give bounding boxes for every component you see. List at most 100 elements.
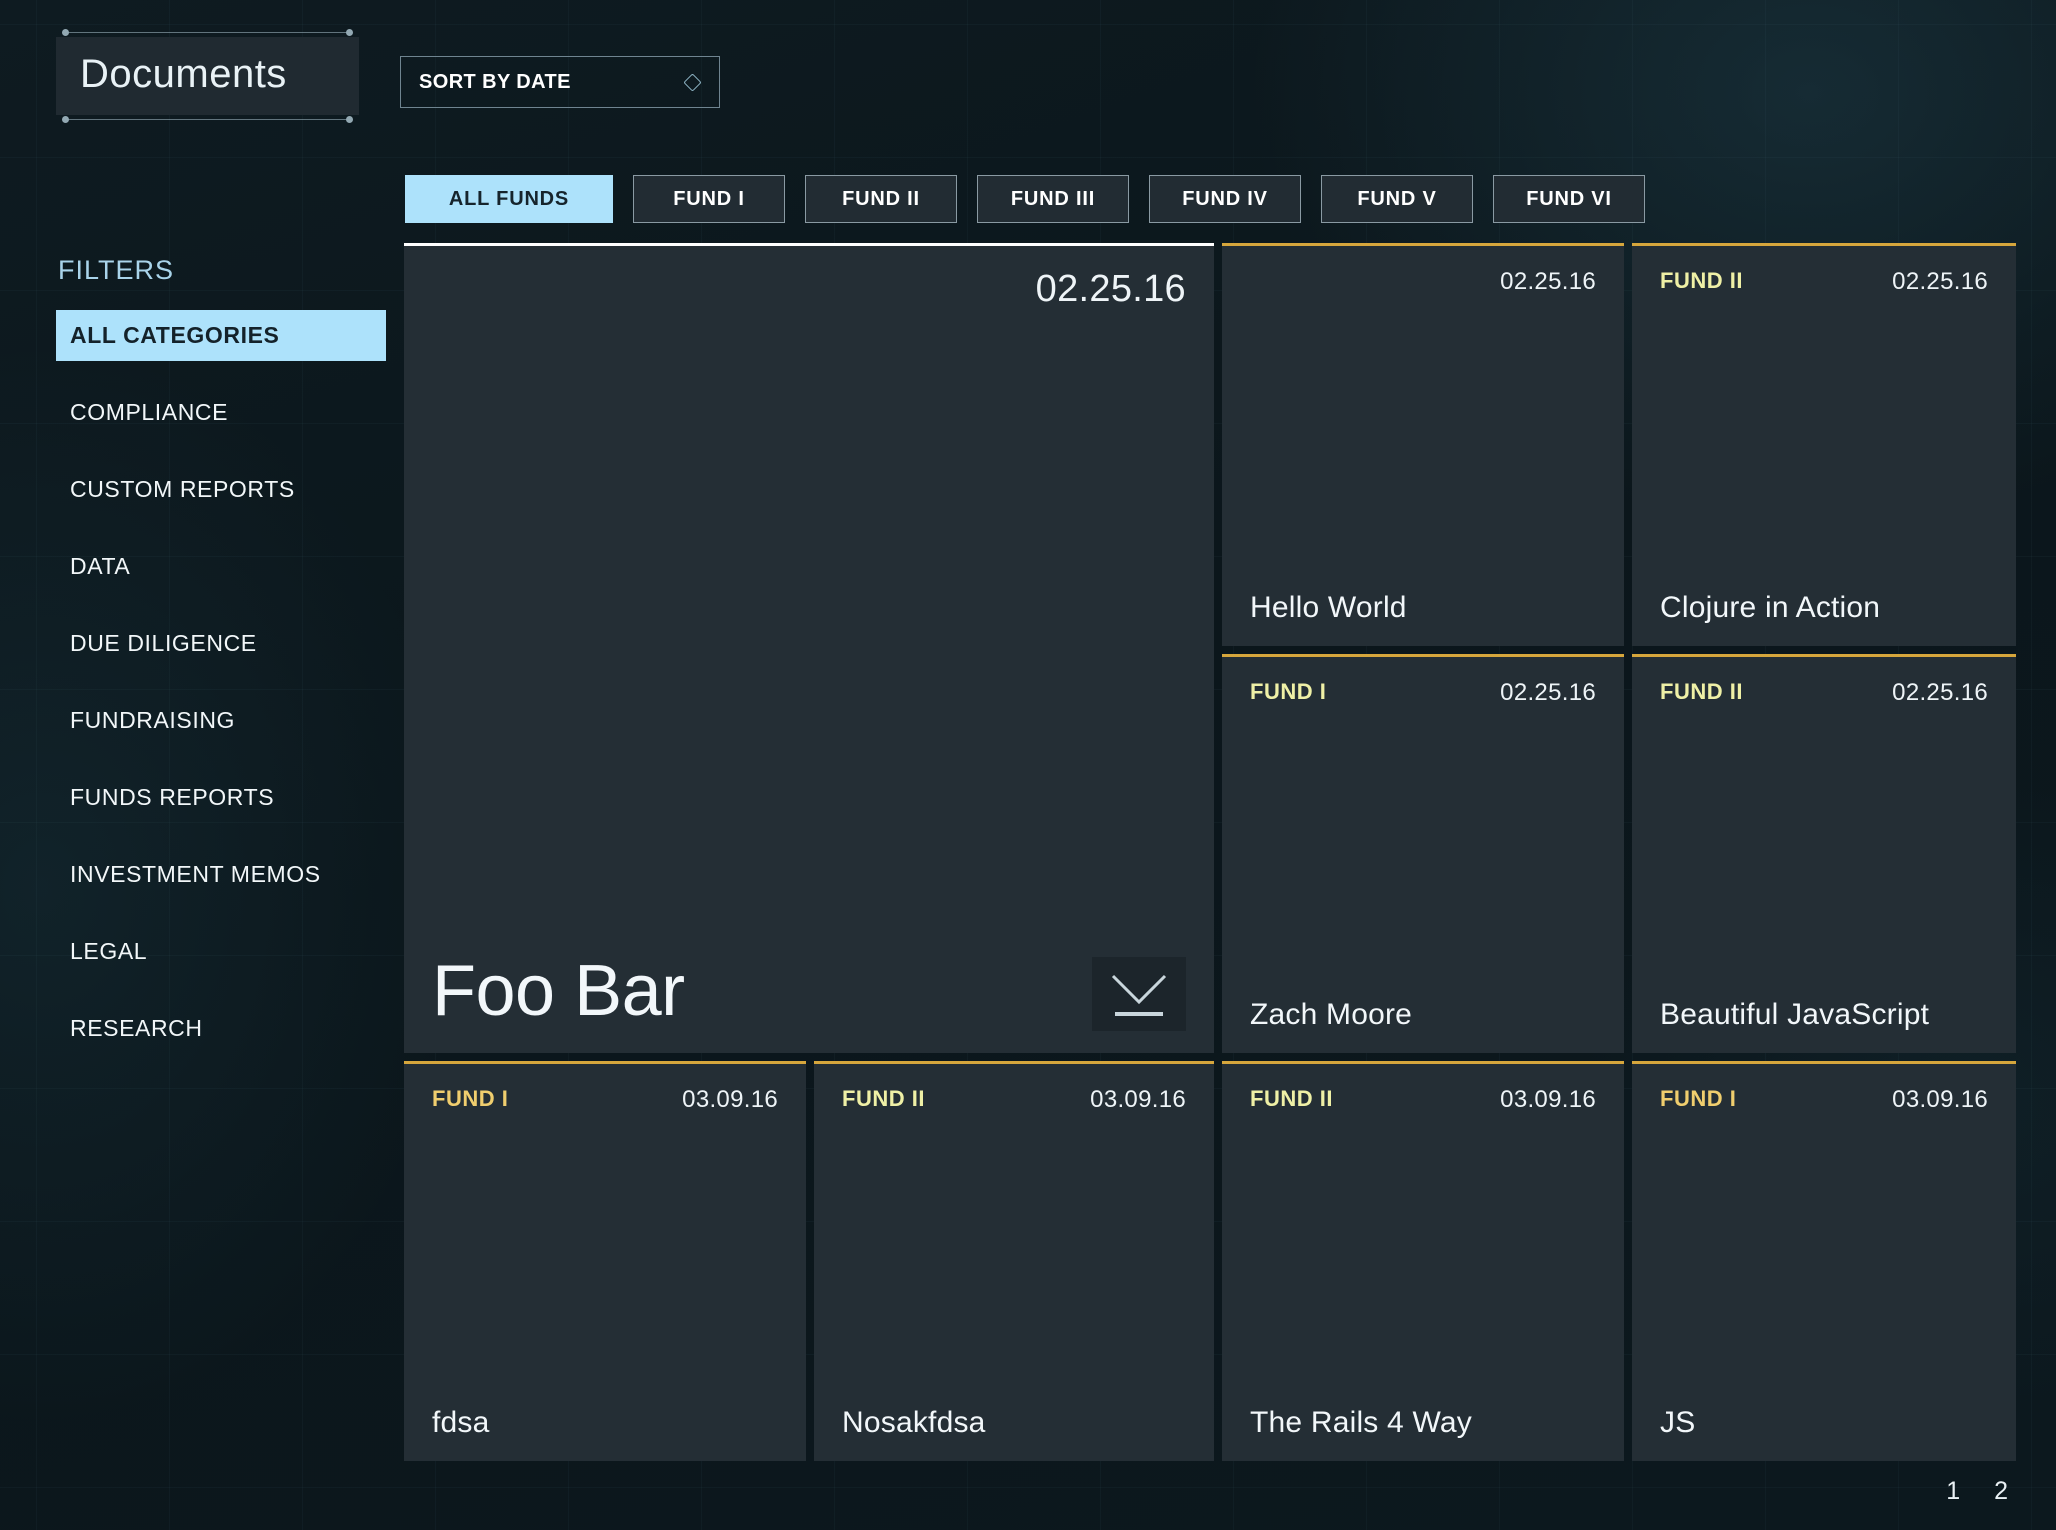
filters-heading: FILTERS	[58, 255, 175, 285]
tab-fund-i[interactable]: FUND I	[633, 175, 785, 223]
filter-item-fundraising[interactable]: FUNDRAISING	[0, 695, 390, 746]
document-card[interactable]: 02.25.16 Hello World	[1222, 243, 1624, 646]
page-number-1[interactable]: 1	[1946, 1477, 1960, 1506]
card-header: FUND II 02.25.16	[1660, 679, 1988, 713]
filter-item-custom-reports[interactable]: CUSTOM REPORTS	[0, 464, 390, 515]
card-header: 02.25.16	[432, 268, 1186, 310]
filter-item-label: CUSTOM REPORTS	[70, 476, 295, 502]
document-grid: 02.25.16 Foo Bar 02.25.16 Hello World FUND I…	[404, 243, 2016, 1461]
tab-label: ALL FUNDS	[448, 187, 570, 210]
pagination: 12	[1946, 1477, 2008, 1506]
filter-item-data[interactable]: DATA	[0, 541, 390, 592]
card-header: FUND I 02.25.16	[1250, 679, 1596, 713]
title-rule-bottom	[62, 115, 353, 124]
filter-item-label: COMPLIANCE	[70, 399, 229, 425]
filters-sidebar: FILTERS ALL CATEGORIES COMPLIANCE CUSTOM R…	[0, 255, 390, 1080]
card-fund-label: FUND II	[1250, 1086, 1333, 1111]
card-title: Zach Moore	[1250, 998, 1413, 1031]
card-footer: fdsa	[432, 1406, 778, 1439]
filter-item-due-diligence[interactable]: DUE DILIGENCE	[0, 618, 390, 669]
filter-item-research[interactable]: RESEARCH	[0, 1003, 390, 1054]
rule-dot-left	[62, 29, 69, 36]
rule-dot-right	[346, 29, 353, 36]
card-date: 02.25.16	[1500, 268, 1596, 295]
tab-label: FUND VI	[1526, 187, 1612, 210]
tab-label: FUND III	[1010, 187, 1096, 210]
card-date: 03.09.16	[1090, 1086, 1186, 1113]
card-header: FUND I 03.09.16	[1660, 1086, 1988, 1120]
documents-page: Documents SORT BY DATE FILTERS ALL CATEG…	[0, 0, 2056, 1530]
card-date: 02.25.16	[1892, 268, 1988, 295]
card-title: fdsa	[432, 1406, 490, 1439]
card-title: Foo Bar	[432, 950, 685, 1031]
document-card[interactable]: FUND II 02.25.16 Beautiful JavaScript	[1632, 654, 2016, 1053]
page-title-block: Documents	[56, 28, 359, 124]
page-title: Documents	[56, 37, 359, 115]
document-card[interactable]: FUND I 03.09.16 fdsa	[404, 1061, 806, 1461]
card-header: FUND II 03.09.16	[1250, 1086, 1596, 1120]
title-rule-top	[62, 28, 353, 37]
download-icon	[1111, 974, 1167, 1016]
filter-item-label: FUNDRAISING	[70, 707, 236, 733]
filter-item-label: INVESTMENT MEMOS	[70, 861, 321, 887]
download-button[interactable]	[1092, 957, 1186, 1031]
document-card[interactable]: FUND II 02.25.16 Clojure in Action	[1632, 243, 2016, 646]
tab-label: FUND V	[1357, 187, 1437, 210]
card-footer: Zach Moore	[1250, 998, 1596, 1031]
filter-item-label: DUE DILIGENCE	[70, 630, 257, 656]
card-fund-label: FUND I	[1250, 679, 1327, 704]
diamond-icon	[683, 72, 702, 92]
filter-item-investment-memos[interactable]: INVESTMENT MEMOS	[0, 849, 390, 900]
sort-select-label: SORT BY DATE	[419, 70, 571, 93]
card-date: 03.09.16	[1892, 1086, 1988, 1113]
filter-item-funds-reports[interactable]: FUNDS REPORTS	[0, 772, 390, 823]
rule-dot-right	[346, 116, 353, 123]
tab-label: FUND II	[842, 187, 920, 210]
tab-all-funds[interactable]: ALL FUNDS	[405, 175, 613, 223]
sort-by-date-select[interactable]: SORT BY DATE	[400, 56, 720, 108]
card-title: The Rails 4 Way	[1250, 1406, 1472, 1439]
card-footer: Nosakfdsa	[842, 1406, 1186, 1439]
tab-fund-iii[interactable]: FUND III	[977, 175, 1129, 223]
tab-label: FUND IV	[1182, 187, 1268, 210]
tab-label: FUND I	[673, 187, 745, 210]
filter-item-label: RESEARCH	[70, 1015, 203, 1041]
filter-item-legal[interactable]: LEGAL	[0, 926, 390, 977]
card-title: Clojure in Action	[1660, 591, 1881, 624]
filter-item-label: FUNDS REPORTS	[70, 784, 275, 810]
filter-item-label: DATA	[70, 553, 131, 579]
tab-fund-iv[interactable]: FUND IV	[1149, 175, 1301, 223]
card-fund-label: FUND I	[1660, 1086, 1737, 1111]
card-title: Nosakfdsa	[842, 1406, 986, 1439]
filter-item-compliance[interactable]: COMPLIANCE	[0, 387, 390, 438]
page-number-2[interactable]: 2	[1994, 1477, 2008, 1506]
document-card[interactable]: FUND I 03.09.16 JS	[1632, 1061, 2016, 1461]
tab-fund-vi[interactable]: FUND VI	[1493, 175, 1645, 223]
card-footer: Clojure in Action	[1660, 591, 1988, 624]
filter-item-label: LEGAL	[70, 938, 148, 964]
card-footer: Foo Bar	[432, 950, 1186, 1031]
card-header: 02.25.16	[1250, 268, 1596, 302]
card-fund-label: FUND II	[1660, 679, 1743, 704]
card-title: Hello World	[1250, 591, 1407, 624]
card-fund-label: FUND II	[1660, 268, 1743, 293]
card-title: JS	[1660, 1406, 1696, 1439]
card-date: 02.25.16	[1500, 679, 1596, 706]
card-footer: The Rails 4 Way	[1250, 1406, 1596, 1439]
document-card[interactable]: FUND II 03.09.16 The Rails 4 Way	[1222, 1061, 1624, 1461]
filter-item-label: ALL CATEGORIES	[70, 322, 280, 348]
card-fund-label: FUND I	[432, 1086, 509, 1111]
fund-tabs: ALL FUNDS FUND I FUND II FUND III FUND IV FUN…	[405, 175, 1645, 223]
card-date: 03.09.16	[682, 1086, 778, 1113]
tab-fund-ii[interactable]: FUND II	[805, 175, 957, 223]
tab-fund-v[interactable]: FUND V	[1321, 175, 1473, 223]
card-title: Beautiful JavaScript	[1660, 998, 1930, 1031]
card-date: 02.25.16	[1035, 268, 1186, 310]
document-card[interactable]: FUND II 03.09.16 Nosakfdsa	[814, 1061, 1214, 1461]
filter-item-all-categories[interactable]: ALL CATEGORIES	[56, 310, 386, 361]
card-footer: Beautiful JavaScript	[1660, 998, 1988, 1031]
document-card[interactable]: FUND I 02.25.16 Zach Moore	[1222, 654, 1624, 1053]
card-header: FUND II 03.09.16	[842, 1086, 1186, 1120]
document-card[interactable]: 02.25.16 Foo Bar	[404, 243, 1214, 1053]
card-header: FUND I 03.09.16	[432, 1086, 778, 1120]
